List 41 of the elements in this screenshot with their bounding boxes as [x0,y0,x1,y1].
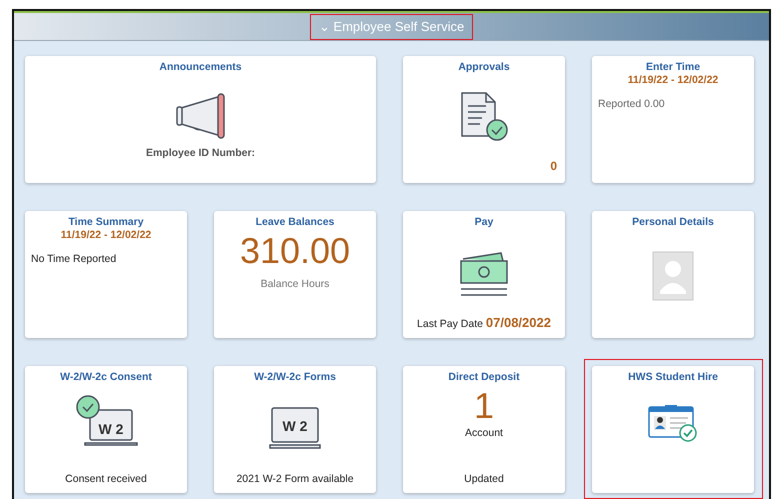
avatar-placeholder-icon [652,251,694,301]
date-range: 11/19/22 - 12/02/22 [60,229,152,242]
document-check-icon [459,90,509,142]
pay-date: 07/08/2022 [486,315,551,330]
tile[interactable]: Announcements Employee ID Number: [25,56,376,183]
footer-text: Consent received [65,473,147,486]
id-card-check-icon [647,404,699,442]
footer-text: Last Pay Date [417,318,483,330]
date-range: 11/19/22 - 12/02/22 [628,74,718,87]
tile[interactable]: Direct Deposit 1 Account Updated [403,366,565,493]
tile[interactable]: W-2/W-2c Forms W 2 2021 W-2 Form available [214,366,376,493]
tile[interactable]: Pay Last Pay Date 07/08/2022 [403,211,565,338]
tile-title: W-2/W-2c Forms [254,370,336,384]
caption-text: Account [465,426,503,441]
tile-title: Direct Deposit [448,370,520,384]
caption-text: Employee ID Number: [146,146,256,161]
tile-title: Time Summary [68,215,144,229]
caption-text: Balance Hours [260,277,330,292]
tile-title: Enter Time [646,60,700,74]
tile-title: Leave Balances [256,215,334,229]
tile[interactable]: Enter Time 11/19/22 - 12/02/22 Reported 0.00 [592,56,754,183]
tile[interactable]: Approvals 0 [403,56,565,183]
tile[interactable]: Time Summary 11/19/22 - 12/02/22 No Time Reported [25,211,187,338]
status-text: No Time Reported [31,252,116,267]
tile-title: HWS Student Hire [628,370,718,384]
footer-text: 2021 W-2 Form available [236,473,354,486]
tile-title: Personal Details [632,215,714,229]
footer-text: Updated [464,473,504,486]
count-number: 0 [550,158,557,175]
tile-title: Pay [474,215,494,229]
tile-title: Approvals [458,60,510,74]
tile[interactable]: W-2/W-2c Consent W 2 Consent received [25,366,187,493]
big-number: 310.00 [240,231,350,271]
tile[interactable]: Personal Details [592,211,754,338]
money-icon [459,251,509,297]
tile[interactable]: Leave Balances 310.00 Balance Hours [214,211,376,338]
tile-title: Announcements [159,60,242,74]
tile-title: W-2/W-2c Consent [60,370,152,384]
big-number: 1 [474,386,494,426]
tile[interactable]: HWS Student Hire [592,366,754,493]
status-text: Reported 0.00 [598,97,665,112]
